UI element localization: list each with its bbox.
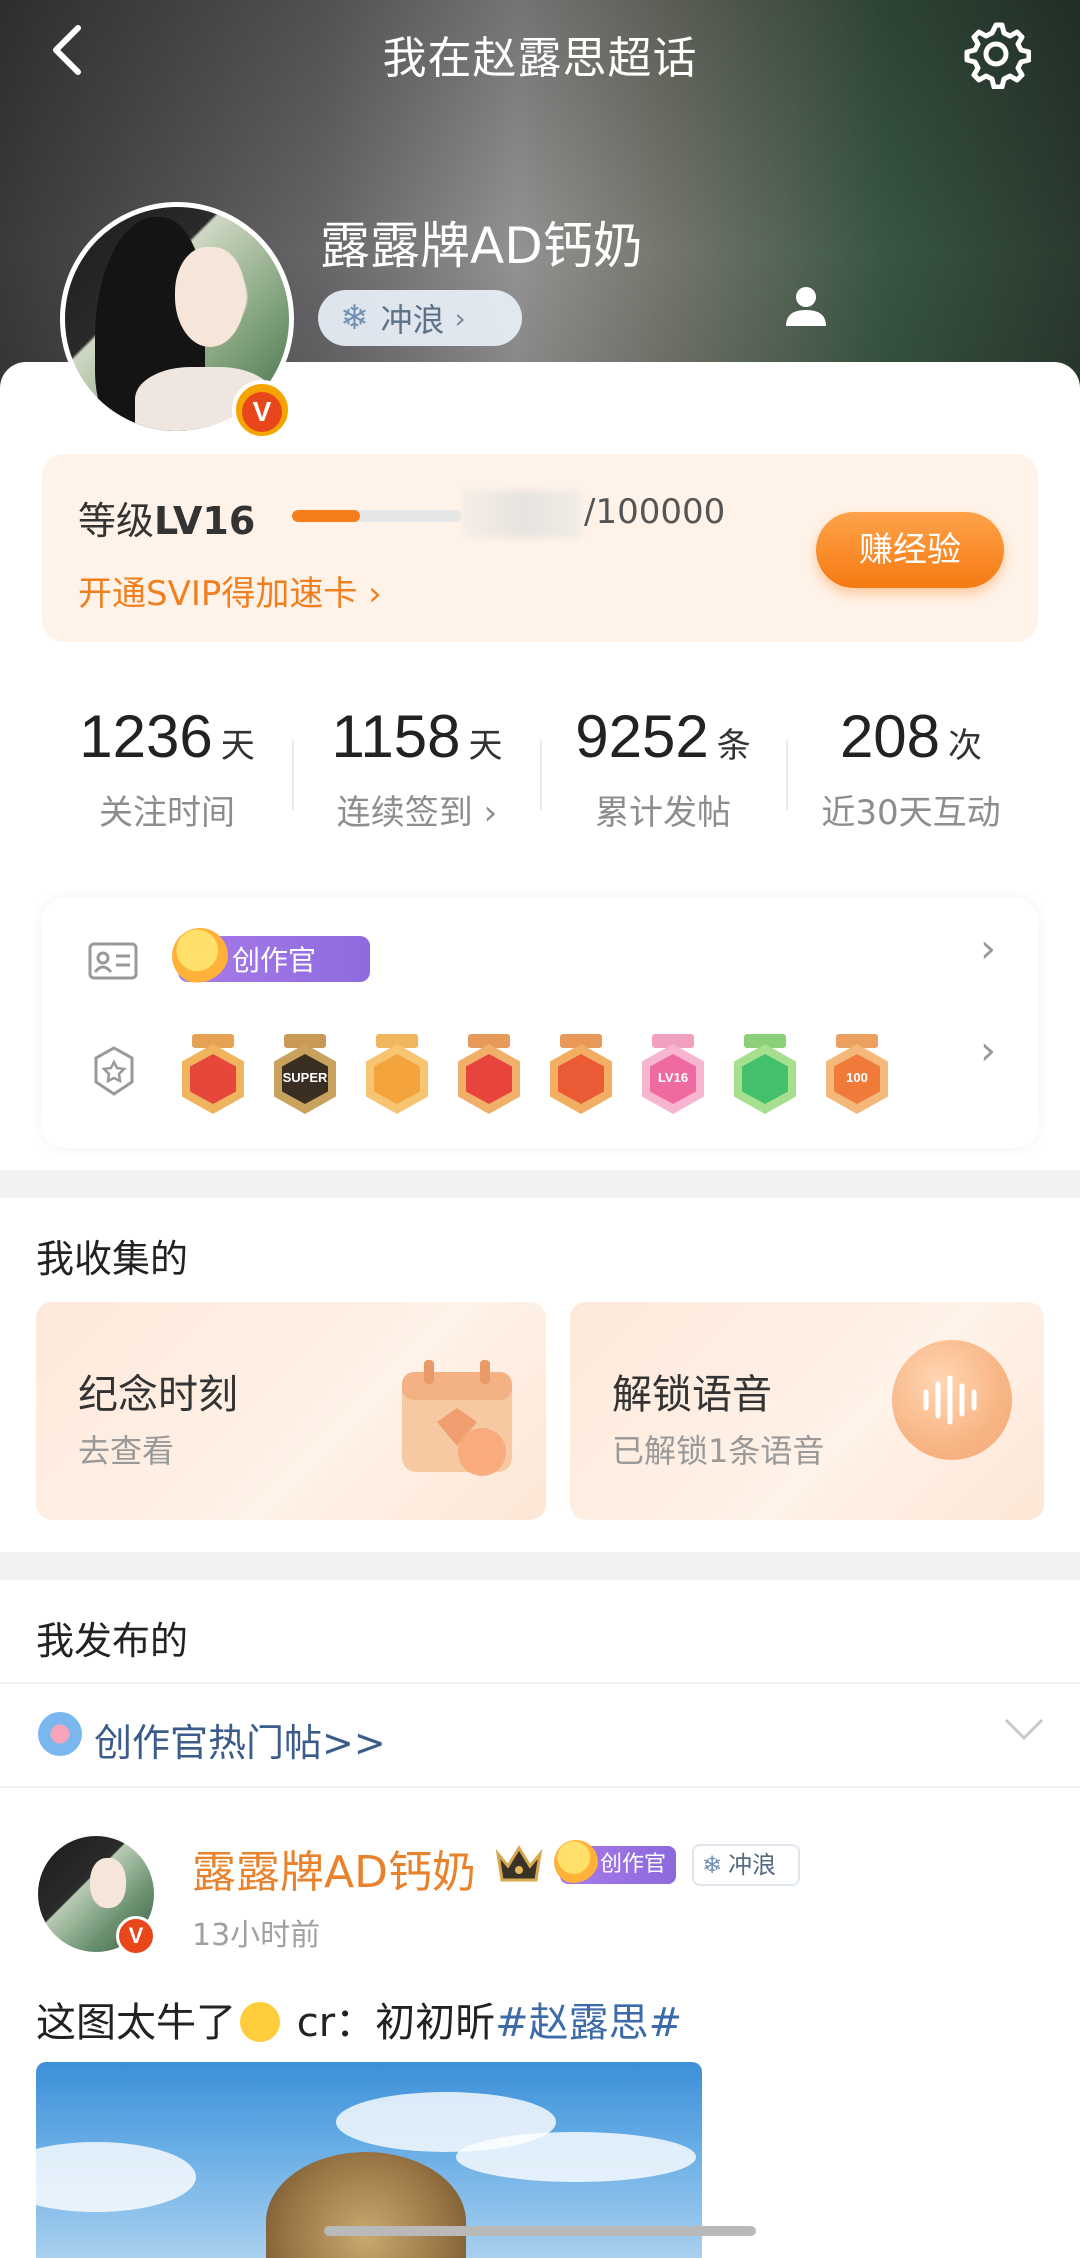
hashtag-link[interactable]: #赵露思# <box>495 2000 682 2046</box>
level-panel: 等级LV16 /100000 开通SVIP得加速卡 › 赚经验 <box>42 454 1038 642</box>
snowflake-icon: ❄ <box>702 1851 723 1879</box>
creator-hot-posts-row[interactable]: 创作官热门帖>> <box>0 1682 1080 1786</box>
post-creator-badge: 创作官 <box>554 1840 676 1884</box>
lv16-medal[interactable]: LV16 <box>638 1034 708 1120</box>
level-max: /100000 <box>584 492 726 532</box>
super-crown-medal[interactable]: SUPER <box>270 1034 340 1120</box>
level-label: 等级LV16 <box>78 499 256 543</box>
crying-emoji-icon <box>240 2002 280 2042</box>
post-verified-badge: V <box>116 1916 156 1956</box>
medal-text: SUPER <box>282 1070 328 1085</box>
post-content: 这图太牛了 cr：初初昕#赵露思# <box>36 2000 683 2046</box>
crown-icon <box>495 1845 543 1882</box>
post-author-name[interactable]: 露露牌AD钙奶 <box>192 1836 476 1900</box>
voice-wave-icon <box>892 1340 1012 1460</box>
post-time: 13小时前 <box>192 1918 321 1953</box>
level-progress-bar <box>292 510 462 522</box>
svip-link[interactable]: 开通SVIP得加速卡 › <box>78 566 382 615</box>
chevron-right-icon: › <box>454 301 466 335</box>
page-title: 我在赵露思超话 <box>382 33 698 84</box>
profile-card: 等级LV16 /100000 开通SVIP得加速卡 › 赚经验 1236 天 关注… <box>0 362 1080 1170</box>
stat-follow-days: 1236 天 关注时间 <box>79 703 255 833</box>
section-title-posted: 我发布的 <box>36 1619 189 1663</box>
100-days-medal[interactable]: 100 <box>822 1034 892 1120</box>
earn-experience-button[interactable]: 赚经验 <box>816 512 1004 588</box>
mascot-icon <box>172 928 228 984</box>
stat-checkin-days[interactable]: 1158 天 连续签到 › <box>292 702 542 834</box>
verified-badge: V <box>232 380 292 440</box>
id-card-icon <box>88 942 138 980</box>
fire-cat-medal[interactable] <box>546 1034 616 1120</box>
creator-hot-posts-link[interactable]: 创作官热门帖>> <box>94 1712 386 1767</box>
fox-medal[interactable] <box>178 1034 248 1120</box>
posted-section: 我发布的 创作官热门帖>> V 露露牌AD钙奶 创作官 ❄ 冲浪 13小时前 这图… <box>0 1580 1080 2258</box>
surf-chip[interactable]: ❄ 冲浪 › <box>318 290 522 346</box>
chevron-right-icon[interactable]: › <box>980 1028 996 1074</box>
chevron-right-icon[interactable]: › <box>980 926 996 972</box>
creator-mascot-icon <box>38 1712 82 1756</box>
home-indicator <box>324 2226 756 2236</box>
badges-panel: 创作官 › SUPER LV16 100 › <box>42 898 1038 1148</box>
surf-label: 冲浪 <box>380 301 445 339</box>
crown-medal[interactable] <box>362 1034 432 1120</box>
medal-list[interactable]: SUPER LV16 100 <box>178 1034 888 1130</box>
memorial-moments-card[interactable]: 纪念时刻 去查看 <box>36 1302 546 1520</box>
level-progress-fill <box>292 510 360 522</box>
chevron-down-icon[interactable] <box>1002 1708 1046 1748</box>
calendar-icon <box>402 1360 512 1476</box>
stat-interactions: 208 次 近30天互动 <box>821 703 1001 833</box>
stat-post-count: 9252 条 累计发帖 <box>575 703 751 833</box>
medal-text: LV16 <box>657 1070 689 1085</box>
medal-icon <box>94 1046 134 1096</box>
collected-section: 我收集的 纪念时刻 去查看 解锁语音 已解锁1条语音 <box>0 1198 1080 1552</box>
profile-username: 露露牌AD钙奶 <box>320 217 643 275</box>
gear-icon <box>964 22 1031 89</box>
creator-badge[interactable]: 创作官 <box>172 928 370 984</box>
post-surf-badge: ❄ 冲浪 <box>692 1844 800 1886</box>
person-icon[interactable] <box>782 282 830 330</box>
level-current-blurred <box>462 490 582 538</box>
cat-medal[interactable] <box>454 1034 524 1120</box>
medal-text: 100 <box>846 1070 868 1085</box>
stats-row: 1236 天 关注时间 1158 天 连续签到 › 9252 条 累计发帖 208 次 … <box>0 702 1080 852</box>
unlock-voice-card[interactable]: 解锁语音 已解锁1条语音 <box>570 1302 1044 1520</box>
hand-medal[interactable] <box>730 1034 800 1120</box>
section-title-collected: 我收集的 <box>36 1237 189 1281</box>
settings-button[interactable] <box>958 16 1034 92</box>
snowflake-icon: ❄ <box>340 298 369 338</box>
